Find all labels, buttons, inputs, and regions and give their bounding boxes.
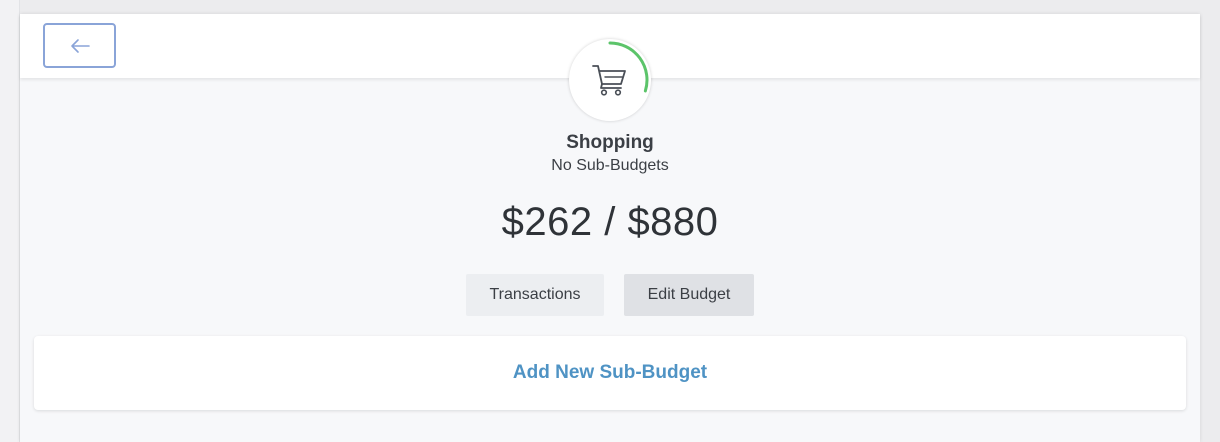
back-button[interactable] [43,23,116,68]
transactions-button[interactable]: Transactions [466,274,604,316]
add-sub-budget-button[interactable]: Add New Sub-Budget [34,336,1186,410]
budget-amount: $262 / $880 [20,200,1200,245]
sub-budget-status: No Sub-Budgets [551,157,669,174]
transactions-button-label: Transactions [489,286,581,303]
spent-amount: $262 [501,200,593,244]
budget-limit-amount: $880 [627,200,719,244]
background-page-edge [0,0,20,442]
amount-separator: / [604,200,616,244]
edit-budget-button[interactable]: Edit Budget [624,274,754,316]
category-progress-badge [569,39,651,121]
edit-budget-button-label: Edit Budget [647,286,731,303]
shopping-cart-icon [592,65,626,96]
add-sub-budget-label: Add New Sub-Budget [512,362,708,383]
arrow-left-icon [70,38,90,53]
budget-detail-panel: Shopping No Sub-Budgets $262 / $880 Tran… [20,14,1200,442]
category-name: Shopping [566,132,654,153]
